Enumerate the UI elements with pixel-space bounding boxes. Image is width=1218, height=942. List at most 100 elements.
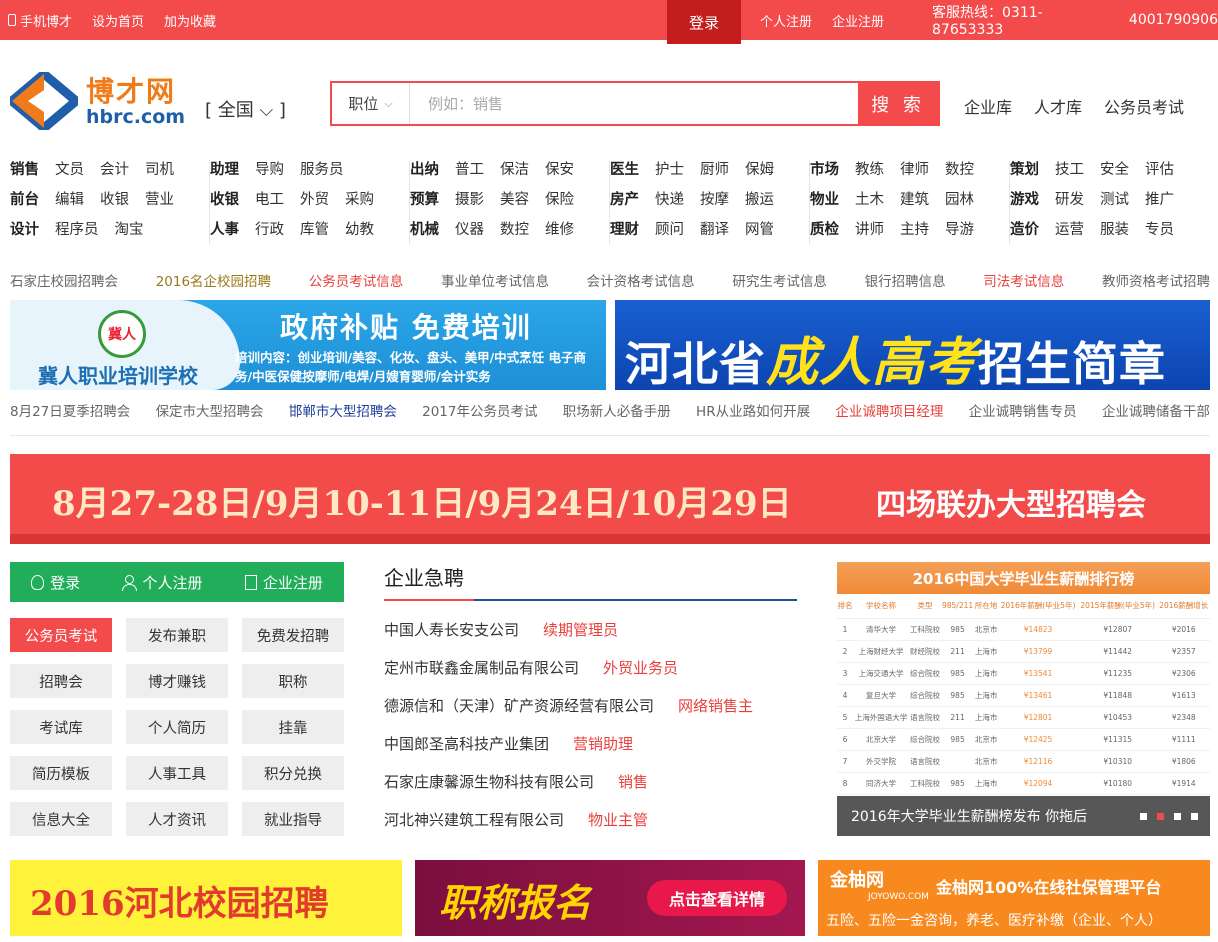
category-link[interactable]: 房产 [610,190,639,210]
campus-recruit-banner[interactable]: 2016河北校园招聘 [10,860,402,936]
category-link[interactable]: 程序员 [55,220,99,240]
category-link[interactable]: 策划 [1010,160,1039,180]
training-school-banner[interactable]: 冀人 冀人职业培训学校 政府补贴 免费培训 培训内容：创业培训/美容、化妆、盘头… [10,300,606,390]
category-link[interactable]: 园林 [945,190,974,210]
company-link[interactable]: 河北神兴建筑工程有限公司 [384,810,564,830]
top-login-button[interactable]: 登录 [667,0,741,44]
category-link[interactable]: 顾问 [655,220,684,240]
slide-dot-active[interactable] [1157,813,1164,820]
company-link[interactable]: 定州市联鑫金属制品有限公司 [384,658,579,678]
category-link[interactable]: 服装 [1100,220,1129,240]
quick-link-button[interactable]: 考试库 [10,710,112,744]
category-link[interactable]: 人事 [210,220,239,240]
category-link[interactable]: 行政 [255,220,284,240]
category-link[interactable]: 摄影 [455,190,484,210]
category-link[interactable]: 研发 [1055,190,1084,210]
category-link[interactable]: 数控 [500,220,529,240]
quick-link-button[interactable]: 招聘会 [10,664,112,698]
quick-link-button[interactable]: 简历模板 [10,756,112,790]
category-link[interactable]: 游戏 [1010,190,1039,210]
category-link[interactable]: 搬运 [745,190,774,210]
category-link[interactable]: 网管 [745,220,774,240]
position-link[interactable]: 外贸业务员 [603,658,678,678]
category-link[interactable]: 专员 [1145,220,1174,240]
auth-personal-register[interactable]: 个人注册 [122,572,203,593]
site-logo[interactable]: 博才网 hbrc.com [10,70,190,130]
category-link[interactable]: 库管 [300,220,329,240]
region-selector[interactable]: [ 全国 ⌵ ] [205,96,286,122]
position-link[interactable]: 销售 [618,772,648,792]
category-link[interactable]: 销售 [10,160,39,180]
info-link[interactable]: 公务员考试信息 [309,270,404,290]
view-details-button[interactable]: 点击查看详情 [647,880,787,916]
info-link[interactable]: 银行招聘信息 [865,270,946,290]
quick-link-button[interactable]: 个人简历 [126,710,228,744]
category-link[interactable]: 运营 [1055,220,1084,240]
quick-link-button[interactable]: 博才赚钱 [126,664,228,698]
category-link[interactable]: 快递 [655,190,684,210]
auth-login[interactable]: 登录 [31,572,80,593]
job-fair-banner[interactable]: 8月27-28日/9月10-11日/9月24日/10月29日 四场联办大型招聘会 [10,454,1210,544]
category-link[interactable]: 幼教 [345,220,374,240]
company-link[interactable]: 石家庄康馨源生物科技有限公司 [384,772,594,792]
add-favorite-link[interactable]: 加为收藏 [164,11,216,30]
company-link[interactable]: 中国郎圣高科技产业集团 [384,734,549,754]
category-link[interactable]: 测试 [1100,190,1129,210]
slide-dot[interactable] [1140,813,1147,820]
info-link[interactable]: 企业诚聘储备干部 [1102,400,1210,420]
quick-link-button[interactable]: 公务员考试 [10,618,112,652]
category-link[interactable]: 建筑 [900,190,929,210]
category-link[interactable]: 主持 [900,220,929,240]
category-link[interactable]: 数控 [945,160,974,180]
info-link[interactable]: 2017年公务员考试 [422,400,537,420]
title-registration-banner[interactable]: 职称报名 点击查看详情 [415,860,805,936]
quick-link-button[interactable]: 积分兑换 [242,756,344,790]
category-link[interactable]: 理财 [610,220,639,240]
category-link[interactable]: 机械 [410,220,439,240]
category-link[interactable]: 前台 [10,190,39,210]
category-link[interactable]: 质检 [810,220,839,240]
info-link[interactable]: 研究生考试信息 [732,270,827,290]
category-link[interactable]: 淘宝 [115,220,144,240]
quick-link-button[interactable]: 发布兼职 [126,618,228,652]
category-link[interactable]: 收银 [210,190,239,210]
info-link[interactable]: 邯郸市大型招聘会 [289,400,397,420]
category-link[interactable]: 助理 [210,160,239,180]
position-link[interactable]: 营销助理 [573,734,633,754]
category-link[interactable]: 服务员 [300,160,344,180]
category-link[interactable]: 护士 [655,160,684,180]
category-link[interactable]: 导游 [945,220,974,240]
category-link[interactable]: 医生 [610,160,639,180]
category-link[interactable]: 电工 [255,190,284,210]
quick-link-button[interactable]: 人才资讯 [126,802,228,836]
quick-link-button[interactable]: 信息大全 [10,802,112,836]
position-link[interactable]: 物业主管 [588,810,648,830]
position-link[interactable]: 网络销售主 [678,696,753,716]
info-link[interactable]: 司法考试信息 [983,270,1064,290]
quick-link-button[interactable]: 人事工具 [126,756,228,790]
category-link[interactable]: 推广 [1145,190,1174,210]
category-link[interactable]: 厨师 [700,160,729,180]
info-link[interactable]: 保定市大型招聘会 [156,400,264,420]
category-link[interactable]: 保洁 [500,160,529,180]
category-link[interactable]: 司机 [145,160,174,180]
info-link[interactable]: 职场新人必备手册 [563,400,671,420]
info-link[interactable]: 2016名企校园招聘 [156,270,271,290]
adult-exam-banner[interactable]: 河北省成人高考招生简章 [615,300,1210,390]
category-link[interactable]: 土木 [855,190,884,210]
info-link[interactable]: 企业诚聘项目经理 [835,400,943,420]
talent-library-link[interactable]: 人才库 [1034,94,1082,118]
category-link[interactable]: 讲师 [855,220,884,240]
search-button[interactable]: 搜 索 [858,83,938,124]
category-link[interactable]: 保姆 [745,160,774,180]
quick-link-button[interactable]: 就业指导 [242,802,344,836]
salary-ranking-slide[interactable]: 2016中国大学毕业生薪酬排行榜 排名 学校名称 类型 985/211 所在地 2016年… [837,562,1210,836]
category-link[interactable]: 文员 [55,160,84,180]
category-link[interactable]: 市场 [810,160,839,180]
category-link[interactable]: 外贸 [300,190,329,210]
category-link[interactable]: 导购 [255,160,284,180]
category-link[interactable]: 仪器 [455,220,484,240]
category-link[interactable]: 出纳 [410,160,439,180]
category-link[interactable]: 按摩 [700,190,729,210]
category-link[interactable]: 翻译 [700,220,729,240]
